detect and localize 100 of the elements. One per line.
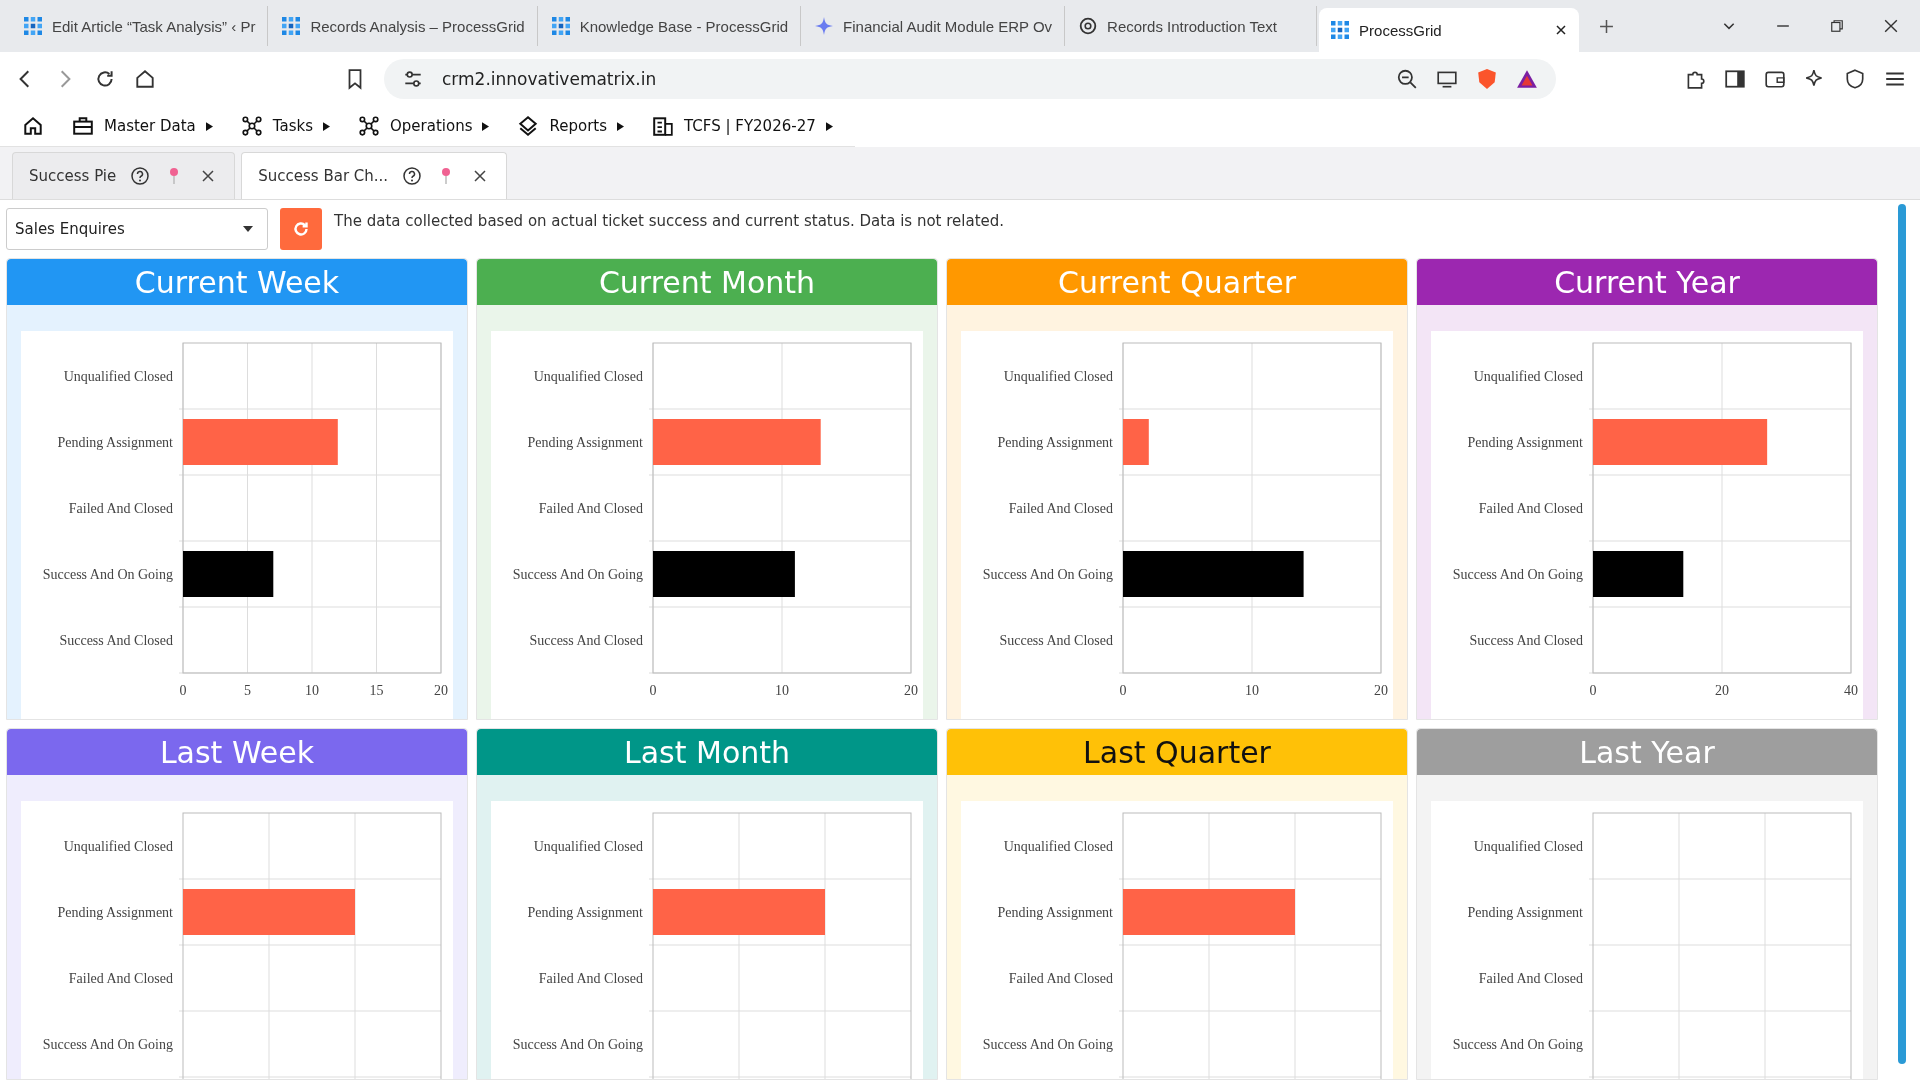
card-title: Last Week bbox=[159, 734, 315, 770]
caret-icon bbox=[825, 121, 833, 131]
close-icon[interactable] bbox=[1884, 19, 1898, 33]
axis-tick-label: 10 bbox=[1245, 683, 1259, 698]
restore-icon[interactable] bbox=[1830, 19, 1844, 33]
axis-tick-label: 5 bbox=[244, 683, 251, 698]
category-label: Success And On Going bbox=[512, 1037, 643, 1052]
menu-item[interactable]: Master Data bbox=[72, 115, 213, 137]
grid-icon bbox=[282, 17, 301, 35]
shield-icon[interactable] bbox=[1476, 68, 1498, 90]
axis-tick-label: 20 bbox=[1374, 683, 1388, 698]
home-icon[interactable] bbox=[134, 68, 156, 90]
card-title: Current Quarter bbox=[1057, 264, 1297, 300]
sparkle-icon bbox=[815, 17, 834, 35]
axis-tick-label: 20 bbox=[434, 683, 448, 698]
scrollbar-thumb[interactable] bbox=[1898, 204, 1906, 1064]
card-title: Current Month bbox=[598, 264, 816, 300]
menu-item[interactable]: Tasks bbox=[240, 115, 330, 137]
category-label: Pending Assignment bbox=[527, 905, 643, 920]
new-tab-icon[interactable] bbox=[1599, 18, 1615, 34]
category-label: Pending Assignment bbox=[527, 435, 643, 450]
category-label: Unqualified Closed bbox=[533, 369, 643, 384]
axis-tick-label: 10 bbox=[775, 683, 789, 698]
caret-icon bbox=[617, 121, 625, 131]
category-label: Failed And Closed bbox=[1478, 501, 1583, 516]
category-label: Success And On Going bbox=[982, 567, 1113, 582]
category-label: Unqualified Closed bbox=[533, 839, 643, 854]
caret-icon bbox=[205, 121, 213, 131]
grid-icon bbox=[1331, 21, 1350, 39]
page-tab[interactable]: Success Bar Ch... bbox=[241, 152, 508, 199]
category-label: Unqualified Closed bbox=[1003, 839, 1113, 854]
zoom-out-icon[interactable] bbox=[1396, 68, 1418, 90]
help-icon[interactable] bbox=[402, 166, 423, 186]
building-icon bbox=[652, 115, 675, 137]
card-title: Current Week bbox=[134, 264, 340, 300]
category-label: Failed And Closed bbox=[1478, 971, 1583, 986]
menu-item[interactable]: Reports bbox=[517, 115, 625, 137]
briefcase-icon bbox=[72, 115, 94, 137]
axis-tick-label: 20 bbox=[904, 683, 918, 698]
category-label: Pending Assignment bbox=[997, 905, 1113, 920]
address-field[interactable]: crm2.innovativematrix.in bbox=[384, 59, 1556, 99]
menu-item[interactable]: Operations bbox=[358, 115, 490, 137]
category-dropdown[interactable]: Sales Enquires bbox=[6, 208, 268, 250]
category-label: Failed And Closed bbox=[1008, 501, 1113, 516]
category-label: Unqualified Closed bbox=[1473, 369, 1583, 384]
category-label: Success And Closed bbox=[529, 633, 643, 648]
browser-tab[interactable]: Edit Article “Task Analysis” ‹ Pr bbox=[12, 6, 269, 46]
caret-icon bbox=[323, 121, 330, 131]
network-icon bbox=[358, 115, 380, 137]
category-label: Pending Assignment bbox=[57, 435, 173, 450]
category-label: Failed And Closed bbox=[68, 501, 173, 516]
refresh-button[interactable] bbox=[280, 208, 322, 250]
close-icon[interactable] bbox=[1555, 24, 1568, 36]
site-settings-icon[interactable] bbox=[402, 68, 424, 90]
help-icon[interactable] bbox=[130, 166, 151, 186]
category-label: Pending Assignment bbox=[57, 905, 173, 920]
card-title: Current Year bbox=[1554, 264, 1740, 300]
axis-tick-label: 0 bbox=[179, 683, 187, 698]
dropdown-caret-icon bbox=[243, 226, 253, 232]
category-label: Success And Closed bbox=[59, 633, 173, 648]
browser-tab[interactable]: Knowledge Base - ProcessGrid bbox=[539, 6, 802, 46]
page-tab[interactable]: Success Pie bbox=[12, 152, 236, 199]
browser-tab[interactable]: Records Introduction Text bbox=[1067, 6, 1318, 46]
triangle-icon[interactable] bbox=[1516, 68, 1538, 90]
card-title: Last Year bbox=[1579, 734, 1715, 770]
axis-tick-label: 0 bbox=[1589, 683, 1597, 698]
axis-tick-label: 0 bbox=[649, 683, 657, 698]
category-label: Failed And Closed bbox=[68, 971, 173, 986]
grid-icon bbox=[24, 17, 42, 35]
category-label: Pending Assignment bbox=[1467, 435, 1583, 450]
axis-tick-label: 15 bbox=[369, 683, 384, 698]
browser-tab[interactable]: Records Analysis – ProcessGrid bbox=[270, 6, 538, 46]
axis-tick-label: 20 bbox=[1715, 683, 1729, 698]
category-label: Success And On Going bbox=[512, 567, 643, 582]
category-label: Success And On Going bbox=[42, 567, 173, 582]
category-label: Success And On Going bbox=[1452, 1037, 1583, 1052]
sidebar-icon[interactable] bbox=[1724, 68, 1746, 90]
card-title: Last Month bbox=[623, 734, 791, 770]
axis-tick-label: 0 bbox=[1119, 683, 1127, 698]
home-icon[interactable] bbox=[22, 115, 44, 137]
menu-item[interactable]: TCFS | FY2026-27 bbox=[652, 115, 833, 137]
axis-tick-label: 40 bbox=[1844, 683, 1858, 698]
category-label: Pending Assignment bbox=[1467, 905, 1583, 920]
category-label: Success And On Going bbox=[42, 1037, 173, 1052]
caret-icon bbox=[482, 121, 490, 131]
category-label: Pending Assignment bbox=[997, 435, 1113, 450]
reload-icon[interactable] bbox=[94, 68, 116, 90]
category-label: Success And Closed bbox=[999, 633, 1113, 648]
category-label: Unqualified Closed bbox=[63, 369, 173, 384]
card-title: Last Quarter bbox=[1083, 734, 1271, 770]
browser-tab[interactable]: ProcessGrid bbox=[1319, 8, 1580, 52]
axis-tick-label: 10 bbox=[305, 683, 319, 698]
category-label: Unqualified Closed bbox=[1003, 369, 1113, 384]
grid-icon bbox=[551, 17, 570, 35]
browser-tab[interactable]: Financial Audit Module ERP Ov bbox=[803, 6, 1066, 46]
category-label: Success And On Going bbox=[982, 1037, 1113, 1052]
category-label: Failed And Closed bbox=[1008, 971, 1113, 986]
vpn-shield-icon[interactable] bbox=[1844, 68, 1866, 90]
network-icon bbox=[240, 115, 263, 137]
category-label: Success And Closed bbox=[1469, 633, 1583, 648]
